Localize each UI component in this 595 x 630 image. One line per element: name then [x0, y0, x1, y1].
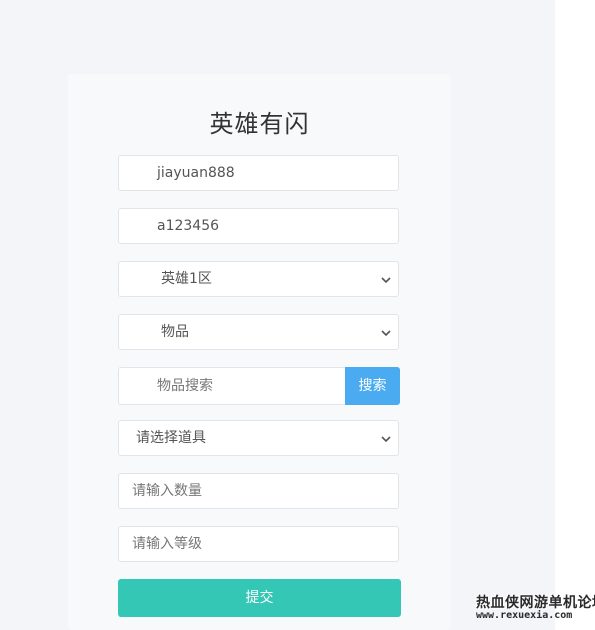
watermark-text: 热血侠网游单机论坛 — [476, 595, 595, 611]
category-select[interactable]: 物品 — [118, 314, 399, 350]
password-value: a123456 — [157, 218, 220, 234]
prop-select-value: 请选择道具 — [136, 430, 206, 446]
level-placeholder: 请输入等级 — [132, 536, 202, 552]
chevron-down-icon — [381, 277, 391, 284]
level-field[interactable]: 请输入等级 — [118, 526, 399, 562]
search-button[interactable]: 搜索 — [345, 367, 400, 405]
chevron-down-icon — [381, 330, 391, 337]
item-search-input[interactable]: 物品搜索 — [118, 367, 346, 405]
item-search-placeholder: 物品搜索 — [157, 378, 213, 394]
submit-button[interactable]: 提交 — [118, 579, 401, 617]
quantity-placeholder: 请输入数量 — [132, 483, 202, 499]
server-select-value: 英雄1区 — [161, 271, 212, 287]
password-field[interactable]: a123456 — [118, 208, 399, 244]
quantity-field[interactable]: 请输入数量 — [118, 473, 399, 509]
watermark-url: www.rexuexia.com — [476, 610, 573, 621]
page-title: 英雄有闪 — [209, 110, 310, 138]
username-field[interactable]: jiayuan888 — [118, 155, 399, 191]
username-value: jiayuan888 — [157, 165, 235, 181]
prop-select[interactable]: 请选择道具 — [118, 420, 399, 456]
chevron-down-icon — [381, 436, 391, 443]
category-select-value: 物品 — [161, 324, 189, 340]
server-select[interactable]: 英雄1区 — [118, 261, 399, 297]
